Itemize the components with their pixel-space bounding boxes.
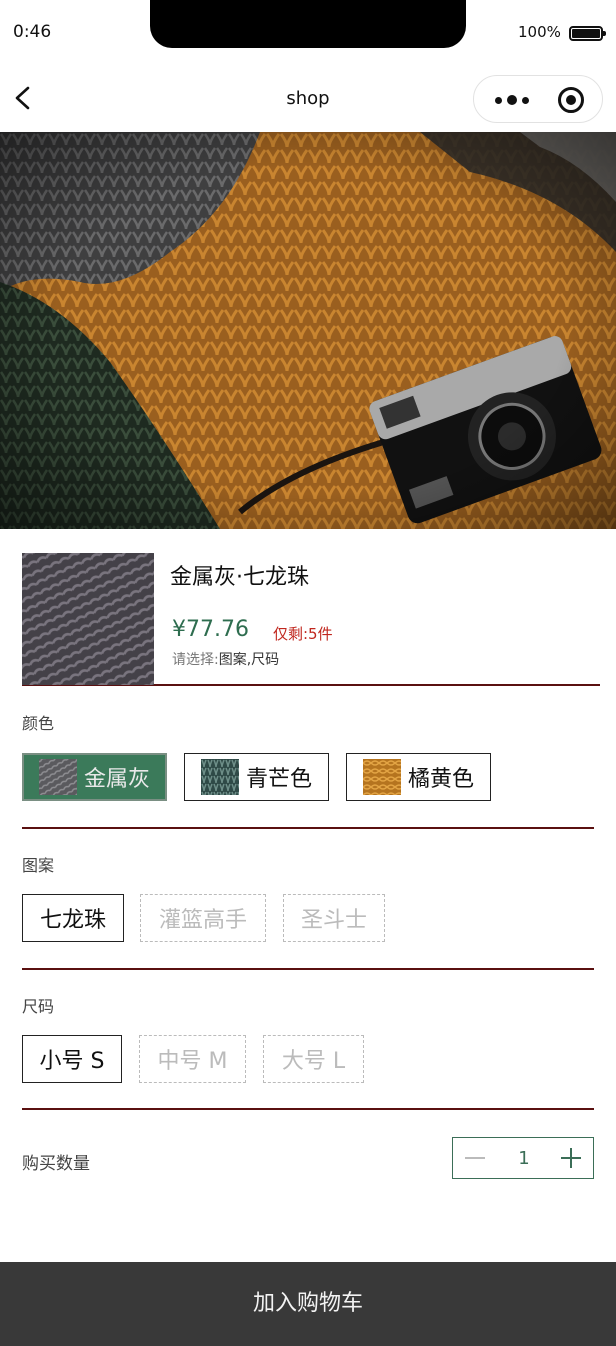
close-target-icon[interactable] bbox=[558, 87, 584, 113]
status-bar: 0:46 100% bbox=[0, 0, 616, 64]
selection-hint-items: 图案,尺码 bbox=[218, 652, 280, 668]
color-option-label: 金属灰 bbox=[83, 767, 150, 792]
pattern-option-saint-seiya[interactable]: 圣斗士 bbox=[283, 894, 385, 942]
pattern-option-slam-dunk[interactable]: 灌篮高手 bbox=[140, 894, 266, 942]
battery-icon bbox=[569, 26, 606, 41]
color-option-orange[interactable]: 橘黄色 bbox=[346, 753, 491, 801]
mini-program-capsule bbox=[473, 75, 603, 123]
pattern-section-title: 图案 bbox=[22, 856, 55, 875]
sweater-camera-photo bbox=[0, 132, 616, 529]
product-summary: 金属灰·七龙珠 ¥77.76 仅剩:5件 请选择:图案,尺码 bbox=[22, 553, 600, 686]
teal-swatch bbox=[200, 759, 239, 795]
minus-icon[interactable] bbox=[463, 1146, 487, 1170]
quantity-stepper: 1 bbox=[452, 1137, 594, 1179]
section-divider bbox=[22, 1108, 594, 1110]
status-time: 0:46 bbox=[13, 22, 52, 42]
color-option-teal[interactable]: 青芒色 bbox=[184, 753, 329, 801]
plus-icon[interactable] bbox=[559, 1146, 583, 1170]
size-section-title: 尺码 bbox=[22, 997, 55, 1016]
orange-swatch bbox=[362, 759, 401, 795]
size-option-large[interactable]: 大号 L bbox=[263, 1035, 364, 1083]
section-divider bbox=[22, 827, 594, 829]
color-option-label: 青芒色 bbox=[245, 767, 312, 792]
color-option-metal-gray[interactable]: 金属灰 bbox=[22, 753, 167, 801]
color-section-title: 颜色 bbox=[22, 714, 55, 733]
more-dots-icon[interactable] bbox=[488, 85, 536, 115]
quantity-value[interactable]: 1 bbox=[509, 1148, 539, 1169]
pattern-option-dragon-ball[interactable]: 七龙珠 bbox=[22, 894, 124, 942]
add-to-cart-button[interactable]: 加入购物车 bbox=[0, 1262, 616, 1346]
quantity-label: 购买数量 bbox=[22, 1154, 90, 1174]
battery-percent: 100% bbox=[518, 23, 561, 41]
product-price: ¥77.76 bbox=[172, 617, 249, 642]
product-hero-image bbox=[0, 132, 616, 529]
product-name: 金属灰·七龙珠 bbox=[170, 565, 309, 590]
product-thumbnail bbox=[22, 553, 154, 685]
camera-notch bbox=[150, 0, 466, 48]
size-option-small[interactable]: 小号 S bbox=[22, 1035, 122, 1083]
metal-gray-swatch bbox=[38, 759, 77, 795]
selection-hint: 请选择:图案,尺码 bbox=[172, 649, 279, 669]
selection-hint-prefix: 请选择: bbox=[172, 652, 219, 668]
nav-bar: shop bbox=[0, 64, 616, 132]
section-divider bbox=[22, 968, 594, 970]
size-option-medium[interactable]: 中号 M bbox=[139, 1035, 246, 1083]
stock-remaining: 仅剩:5件 bbox=[273, 625, 333, 643]
color-option-label: 橘黄色 bbox=[407, 767, 474, 792]
